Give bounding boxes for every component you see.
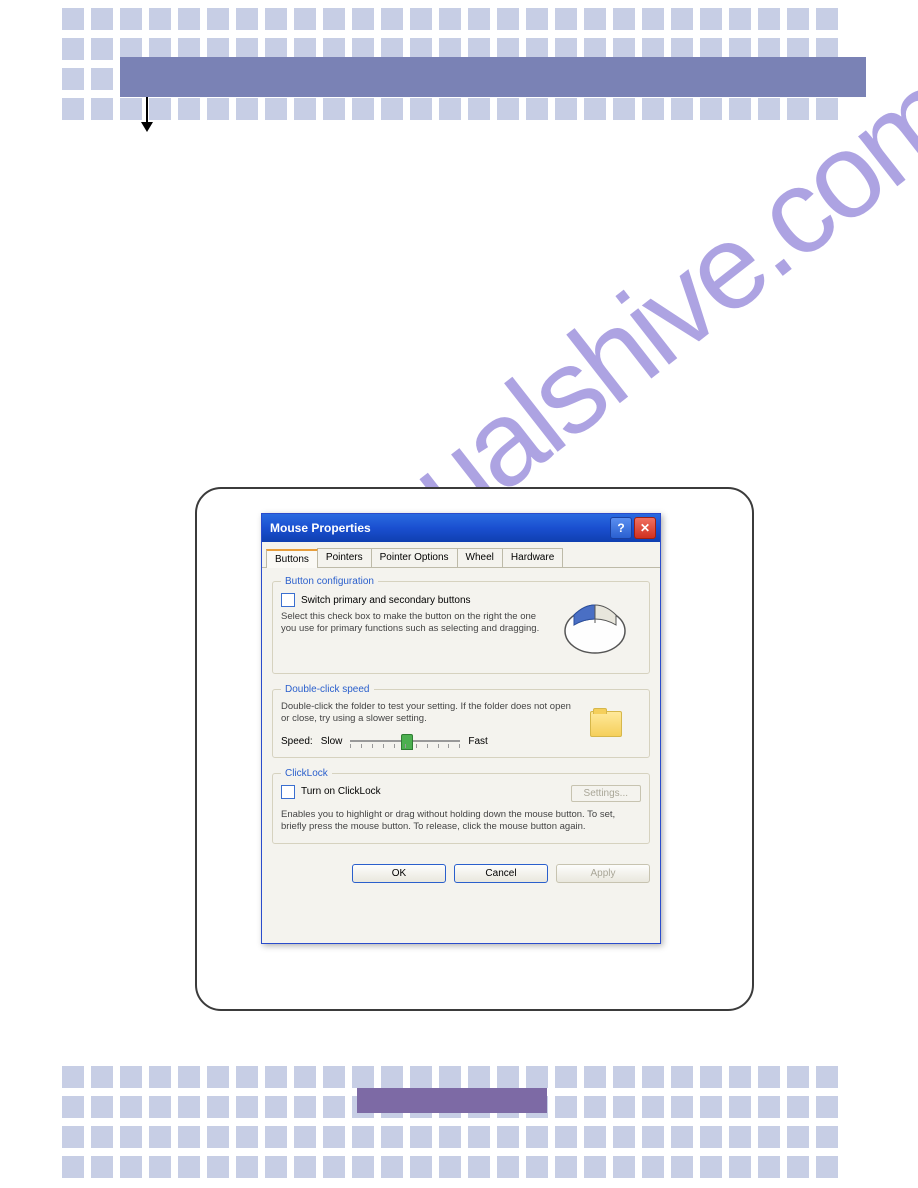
speed-label: Speed: — [281, 736, 313, 747]
clicklock-checkbox-row[interactable]: Turn on ClickLock — [281, 785, 571, 799]
dialog-titlebar[interactable]: Mouse Properties ? ✕ — [262, 514, 660, 542]
dialog-footer: OK Cancel Apply — [262, 858, 660, 893]
test-folder-icon[interactable] — [590, 711, 622, 737]
switch-buttons-label: Switch primary and secondary buttons — [301, 595, 471, 606]
tab-pointers[interactable]: Pointers — [317, 548, 372, 567]
clicklock-checkbox[interactable] — [281, 785, 295, 799]
clicklock-settings-button: Settings... — [571, 785, 641, 802]
bg-squares-top-4 — [62, 98, 838, 120]
clicklock-label: Turn on ClickLock — [301, 786, 381, 797]
switch-buttons-checkbox[interactable] — [281, 593, 295, 607]
double-click-speed-legend: Double-click speed — [281, 684, 374, 695]
clicklock-group: ClickLock Turn on ClickLock Settings... … — [272, 768, 650, 845]
tab-strip: Buttons Pointers Pointer Options Wheel H… — [262, 542, 660, 568]
double-click-speed-group: Double-click speed Double-click the fold… — [272, 684, 650, 758]
mouse-icon — [554, 597, 636, 659]
slow-label: Slow — [321, 736, 343, 747]
dialog-title: Mouse Properties — [270, 521, 608, 535]
cancel-button[interactable]: Cancel — [454, 864, 548, 883]
tab-wheel[interactable]: Wheel — [457, 548, 503, 567]
fast-label: Fast — [468, 736, 487, 747]
ok-button[interactable]: OK — [352, 864, 446, 883]
speed-slider[interactable] — [350, 740, 460, 742]
header-arrow-stem — [146, 97, 148, 125]
double-click-description: Double-click the folder to test your set… — [281, 701, 571, 726]
bg-squares-top-1 — [62, 8, 838, 30]
switch-buttons-checkbox-row[interactable]: Switch primary and secondary buttons — [281, 593, 549, 607]
apply-button: Apply — [556, 864, 650, 883]
bg-squares-bot-4 — [62, 1156, 838, 1178]
help-button[interactable]: ? — [610, 517, 632, 539]
bg-squares-bot-3 — [62, 1126, 838, 1148]
tab-buttons[interactable]: Buttons — [266, 549, 318, 568]
header-bar — [120, 57, 866, 97]
clicklock-legend: ClickLock — [281, 768, 332, 779]
bg-squares-bot-1 — [62, 1066, 838, 1088]
page-number-box — [357, 1088, 547, 1113]
tab-hardware[interactable]: Hardware — [502, 548, 563, 567]
button-configuration-legend: Button configuration — [281, 576, 378, 587]
mouse-properties-dialog: Mouse Properties ? ✕ Buttons Pointers Po… — [261, 513, 661, 944]
clicklock-description: Enables you to highlight or drag without… — [281, 809, 641, 834]
dialog-body: Button configuration Switch primary and … — [262, 568, 660, 858]
tab-pointer-options[interactable]: Pointer Options — [371, 548, 458, 567]
header-arrow-head — [141, 122, 153, 132]
button-configuration-group: Button configuration Switch primary and … — [272, 576, 650, 674]
button-configuration-description: Select this check box to make the button… — [281, 611, 549, 636]
close-button[interactable]: ✕ — [634, 517, 656, 539]
